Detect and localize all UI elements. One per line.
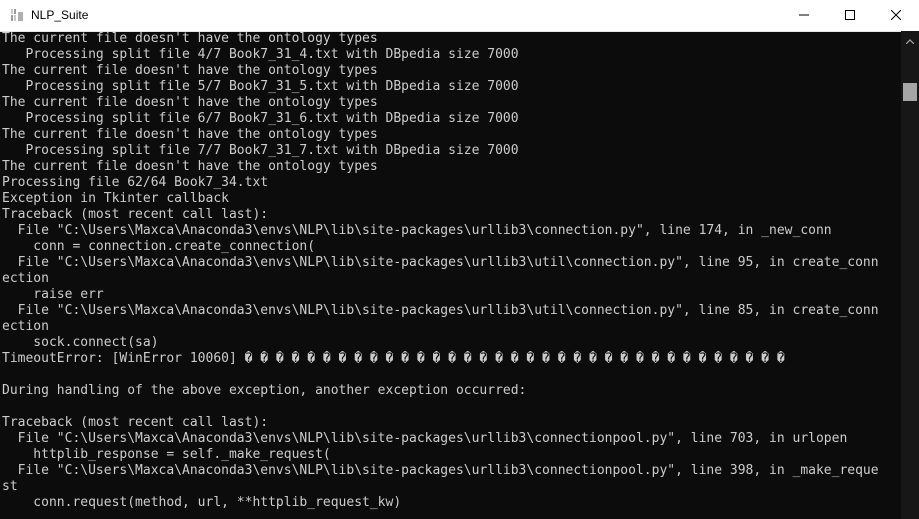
- console-line: conn.request(method, url, **httplib_requ…: [2, 495, 402, 510]
- console-line: The current file doesn't have the ontolo…: [2, 31, 378, 46]
- console-line: TimeoutError: [WinError 10060] � � � � �…: [2, 351, 785, 366]
- console-lines: The current file doesn't have the ontolo…: [0, 31, 901, 511]
- console-line: Traceback (most recent call last):: [2, 415, 269, 430]
- console-app-icon: [10, 8, 24, 22]
- console-line: The current file doesn't have the ontolo…: [2, 159, 378, 174]
- console-line: File "C:\Users\Maxca\Anaconda3\envs\NLP\…: [2, 223, 832, 238]
- title-bar[interactable]: NLP_Suite: [0, 0, 919, 32]
- minimize-button[interactable]: [781, 0, 827, 31]
- console-line: The current file doesn't have the ontolo…: [2, 127, 378, 142]
- console-line: ection: [2, 319, 49, 334]
- close-icon: [890, 7, 902, 25]
- scroll-thumb[interactable]: [903, 83, 917, 101]
- console-line: Traceback (most recent call last):: [2, 207, 269, 222]
- console-line: File "C:\Users\Maxca\Anaconda3\envs\NLP\…: [2, 431, 848, 446]
- console-line: httplib_response = self._make_request(: [2, 447, 331, 462]
- close-button[interactable]: [873, 0, 919, 31]
- console-line: raise err: [2, 287, 104, 302]
- maximize-button[interactable]: [827, 0, 873, 31]
- console-window: NLP_Suite The current file doesn't have …: [0, 0, 919, 519]
- console-line: st: [2, 479, 18, 494]
- maximize-icon: [845, 7, 855, 25]
- window-title: NLP_Suite: [31, 8, 89, 22]
- console-line: Processing split file 5/7 Book7_31_5.txt…: [2, 79, 519, 94]
- scroll-up-button[interactable]: [901, 31, 919, 48]
- console-line: The current file doesn't have the ontolo…: [2, 95, 378, 110]
- console-line: The current file doesn't have the ontolo…: [2, 63, 378, 78]
- console-output[interactable]: The current file doesn't have the ontolo…: [0, 31, 901, 519]
- console-line: ection: [2, 271, 49, 286]
- console-line: During handling of the above exception, …: [2, 383, 527, 398]
- console-line: sock.connect(sa): [2, 335, 159, 350]
- console-line: File "C:\Users\Maxca\Anaconda3\envs\NLP\…: [2, 255, 879, 270]
- console-line: Exception in Tkinter callback: [2, 191, 229, 206]
- console-line: Processing split file 4/7 Book7_31_4.txt…: [2, 47, 519, 62]
- console-line: Processing split file 6/7 Book7_31_6.txt…: [2, 111, 519, 126]
- console-line: Processing split file 7/7 Book7_31_7.txt…: [2, 143, 519, 158]
- console-line: File "C:\Users\Maxca\Anaconda3\envs\NLP\…: [2, 463, 879, 478]
- chevron-up-icon: [905, 31, 915, 49]
- console-line: conn = connection.create_connection(: [2, 239, 316, 254]
- console-line: File "C:\Users\Maxca\Anaconda3\envs\NLP\…: [2, 303, 879, 318]
- minimize-icon: [799, 7, 809, 25]
- console-line: Processing file 62/64 Book7_34.txt: [2, 175, 269, 190]
- vertical-scrollbar[interactable]: [901, 31, 919, 519]
